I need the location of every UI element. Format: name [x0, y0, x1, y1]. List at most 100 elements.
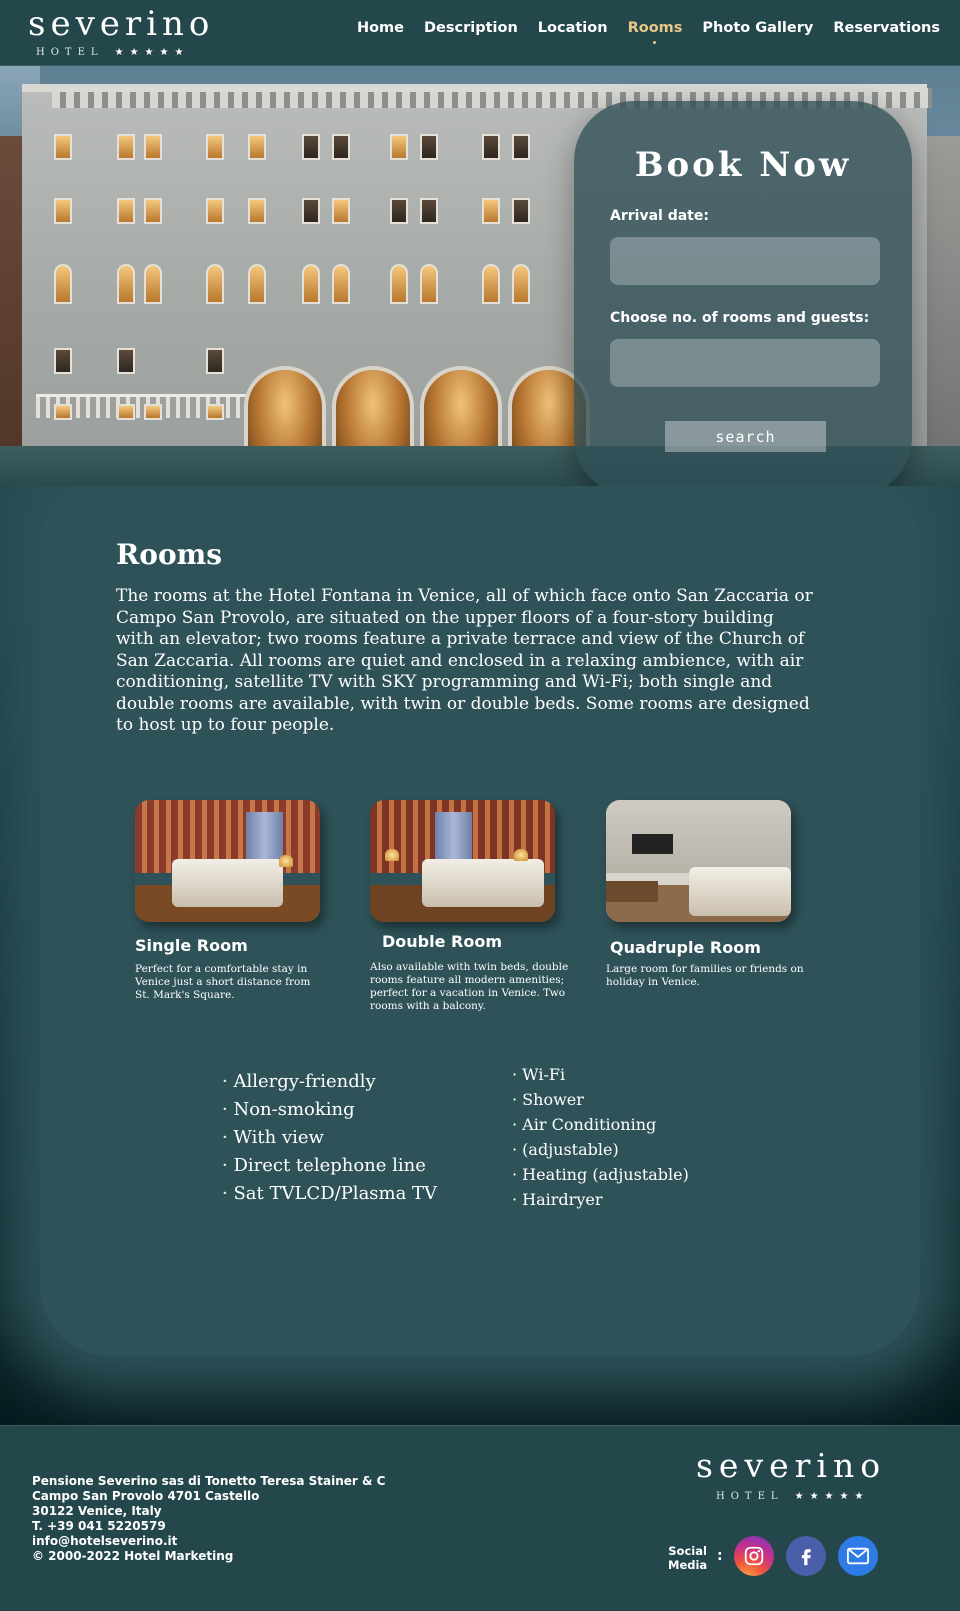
nav-photo-gallery[interactable]: Photo Gallery	[702, 20, 813, 36]
footer-logo[interactable]: severino HOTEL ★★★★★	[696, 1448, 906, 1503]
room-card-double[interactable]: Double Room Also available with twin bed…	[370, 800, 570, 1013]
window	[54, 134, 72, 160]
window	[54, 198, 72, 224]
amenity-item: Hairdryer	[512, 1187, 689, 1212]
instagram-button[interactable]	[734, 1536, 774, 1576]
window	[302, 198, 320, 224]
window	[206, 198, 224, 224]
city-line: 30122 Venice, Italy	[32, 1504, 162, 1518]
amenity-item: Air Conditioning	[512, 1112, 689, 1137]
rooms-guests-input[interactable]	[610, 339, 880, 387]
amenity-item: Direct telephone line	[222, 1152, 437, 1180]
amenity-item: Non-smoking	[222, 1096, 437, 1124]
booking-panel: Book Now Arrival date: Choose no. of roo…	[574, 101, 912, 497]
logo-stars: ★★★★★	[794, 1491, 870, 1502]
amenity-item: Shower	[512, 1087, 689, 1112]
logo-wordmark: severino	[696, 1446, 887, 1485]
window	[248, 134, 266, 160]
social-label-line1: Social	[668, 1544, 707, 1558]
arched-window	[248, 264, 266, 304]
amenity-item: Sat TVLCD/Plasma TV	[222, 1180, 437, 1208]
page-title: Rooms	[116, 538, 223, 571]
site-logo[interactable]: severino HOTEL ★★★★★	[28, 4, 215, 62]
arched-window	[144, 264, 162, 304]
logo-subtitle: HOTEL	[716, 1491, 784, 1502]
rooms-intro: The rooms at the Hotel Fontana in Venice…	[116, 586, 813, 735]
nav-rooms-label: Rooms	[627, 20, 683, 36]
amenities-list-left: Allergy-friendly Non-smoking With view D…	[222, 1068, 437, 1208]
room-card-quadruple[interactable]: Quadruple Room Large room for families o…	[606, 800, 806, 989]
arrival-date-input[interactable]	[610, 237, 880, 285]
arched-window	[332, 264, 350, 304]
nav-reservations[interactable]: Reservations	[833, 20, 940, 36]
contact-info: Pensione Severino sas di Tonetto Teresa …	[32, 1474, 385, 1564]
amenity-item: Allergy-friendly	[222, 1068, 437, 1096]
window	[117, 134, 135, 160]
amenities-list-right: Wi-Fi Shower Air Conditioning (adjustabl…	[512, 1062, 689, 1212]
logo-stars: ★★★★★	[114, 47, 190, 58]
copyright: © 2000-2022 Hotel Marketing	[32, 1549, 234, 1563]
arrival-date-label: Arrival date:	[610, 208, 709, 224]
window	[206, 134, 224, 160]
window	[117, 348, 135, 374]
logo-wordmark: severino	[28, 4, 215, 44]
arched-window	[512, 264, 530, 304]
address-line: Campo San Provolo 4701 Castello	[32, 1489, 260, 1503]
social-label-line2: Media	[668, 1558, 708, 1572]
arched-window	[482, 264, 500, 304]
nav-home[interactable]: Home	[357, 20, 404, 36]
facebook-button[interactable]	[786, 1536, 826, 1576]
window	[54, 348, 72, 374]
arched-window	[117, 264, 135, 304]
room-name[interactable]: Quadruple Room	[606, 938, 806, 957]
social-media-label: Social Media	[668, 1544, 707, 1572]
amenity-item: Heating (adjustable)	[512, 1162, 689, 1187]
window	[144, 404, 162, 420]
room-description: Also available with twin beds, double ro…	[370, 961, 569, 1012]
window	[420, 134, 438, 160]
nav-location[interactable]: Location	[538, 20, 608, 36]
window	[144, 134, 162, 160]
arched-window	[390, 264, 408, 304]
amenity-item: (adjustable)	[512, 1137, 689, 1162]
single-room-photo[interactable]	[135, 800, 320, 922]
window	[117, 198, 135, 224]
window	[482, 198, 500, 224]
window	[390, 134, 408, 160]
arched-window	[302, 264, 320, 304]
instagram-icon	[744, 1546, 764, 1566]
window	[144, 198, 162, 224]
rooms-guests-label: Choose no. of rooms and guests:	[610, 310, 870, 326]
amenity-item: With view	[222, 1124, 437, 1152]
phone-number[interactable]: T. +39 041 5220579	[32, 1519, 385, 1534]
social-colon: :	[717, 1548, 723, 1564]
window	[332, 198, 350, 224]
window	[54, 404, 72, 420]
window	[512, 198, 530, 224]
double-room-photo[interactable]	[370, 800, 555, 922]
arched-window	[206, 264, 224, 304]
window	[420, 198, 438, 224]
arched-window	[420, 264, 438, 304]
cornice	[22, 84, 927, 92]
site-header: severino HOTEL ★★★★★ Home Description Lo…	[0, 0, 960, 66]
room-card-single[interactable]: Single Room Perfect for a comfortable st…	[135, 800, 335, 1002]
logo-subtitle: HOTEL	[36, 47, 104, 58]
nav-description[interactable]: Description	[424, 20, 518, 36]
facebook-icon	[801, 1549, 811, 1566]
window	[512, 134, 530, 160]
site-footer: Pensione Severino sas di Tonetto Teresa …	[0, 1425, 960, 1611]
nav-rooms[interactable]: Rooms	[627, 20, 683, 44]
main-nav: Home Description Location Rooms Photo Ga…	[357, 20, 940, 44]
quadruple-room-photo[interactable]	[606, 800, 791, 922]
window	[117, 404, 135, 420]
search-button[interactable]: search	[665, 421, 826, 452]
window	[248, 198, 266, 224]
booking-title: Book Now	[634, 145, 852, 185]
email-link[interactable]: info@hotelseverino.it	[32, 1534, 385, 1549]
email-button[interactable]	[838, 1536, 878, 1576]
room-name[interactable]: Double Room	[370, 932, 570, 951]
window	[482, 134, 500, 160]
room-name[interactable]: Single Room	[135, 936, 335, 955]
window	[206, 404, 224, 420]
